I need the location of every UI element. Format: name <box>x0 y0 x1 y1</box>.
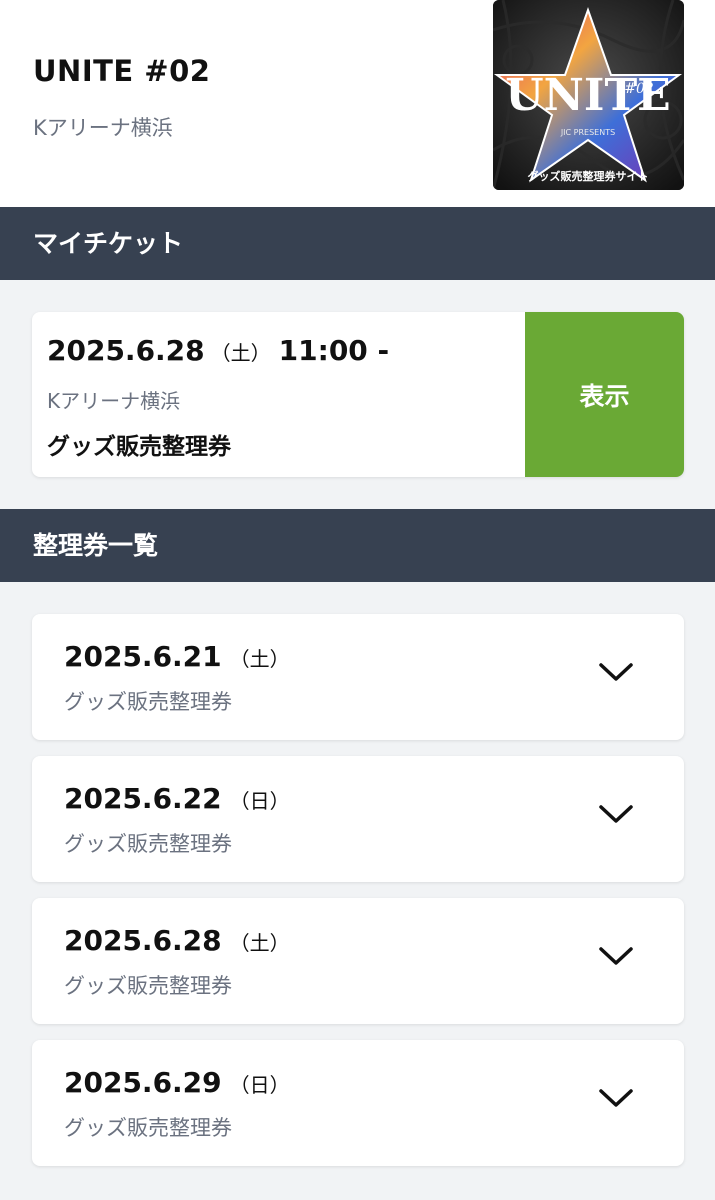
list-item-datetime: 2025.6.21 （土） <box>64 640 290 673</box>
ticket-datetime: 2025.6.28 （土） 11:00 - <box>47 334 389 367</box>
show-ticket-button[interactable]: 表示 <box>525 312 684 477</box>
list-item-day-of-week: （土） <box>229 647 290 671</box>
ticket-list-item[interactable]: 2025.6.22 （日） グッズ販売整理券 <box>32 756 684 882</box>
list-item-date: 2025.6.22 <box>64 782 222 815</box>
list-item-label: グッズ販売整理券 <box>64 1116 232 1140</box>
my-ticket-card: 2025.6.28 （土） 11:00 - Kアリーナ横浜 グッズ販売整理券 表示 <box>32 312 684 477</box>
event-venue: Kアリーナ横浜 <box>33 116 173 140</box>
event-title: UNITE #02 <box>33 54 211 88</box>
ticket-list-item[interactable]: 2025.6.28 （土） グッズ販売整理券 <box>32 898 684 1024</box>
ticket-venue: Kアリーナ横浜 <box>47 389 181 413</box>
list-item-date: 2025.6.21 <box>64 640 222 673</box>
ticket-day-of-week: （土） <box>210 341 271 365</box>
list-item-datetime: 2025.6.29 （日） <box>64 1066 290 1099</box>
key-visual-caption: グッズ販売整理券サイト <box>528 169 649 183</box>
list-item-label: グッズ販売整理券 <box>64 690 232 714</box>
list-item-day-of-week: （土） <box>229 931 290 955</box>
event-header: UNITE #02 Kアリーナ横浜 UNITE #02 JIC PRESENTS… <box>0 0 715 207</box>
ticket-type: グッズ販売整理券 <box>47 434 231 460</box>
chevron-down-icon[interactable] <box>598 802 634 826</box>
my-ticket-section-header: マイチケット <box>0 207 715 280</box>
chevron-down-icon[interactable] <box>598 660 634 684</box>
key-visual-presents-text: JIC PRESENTS <box>560 128 615 137</box>
ticket-list-item[interactable]: 2025.6.29 （日） グッズ販売整理券 <box>32 1040 684 1166</box>
list-item-date: 2025.6.28 <box>64 924 222 957</box>
list-item-label: グッズ販売整理券 <box>64 974 232 998</box>
list-item-datetime: 2025.6.22 （日） <box>64 782 290 815</box>
ticket-time: 11:00 - <box>278 334 390 367</box>
chevron-down-icon[interactable] <box>598 1086 634 1110</box>
list-item-day-of-week: （日） <box>229 789 290 813</box>
ticket-list-section-header: 整理券一覧 <box>0 509 715 582</box>
ticket-list-item[interactable]: 2025.6.21 （土） グッズ販売整理券 <box>32 614 684 740</box>
list-item-label: グッズ販売整理券 <box>64 832 232 856</box>
key-visual-graphic: UNITE #02 JIC PRESENTS グッズ販売整理券サイト <box>493 0 684 190</box>
chevron-down-icon[interactable] <box>598 944 634 968</box>
list-item-date: 2025.6.29 <box>64 1066 222 1099</box>
list-item-datetime: 2025.6.28 （土） <box>64 924 290 957</box>
ticket-date: 2025.6.28 <box>47 334 205 367</box>
event-key-visual: UNITE #02 JIC PRESENTS グッズ販売整理券サイト <box>493 0 684 190</box>
list-item-day-of-week: （日） <box>229 1073 290 1097</box>
key-visual-edition-text: #02 <box>624 81 654 97</box>
